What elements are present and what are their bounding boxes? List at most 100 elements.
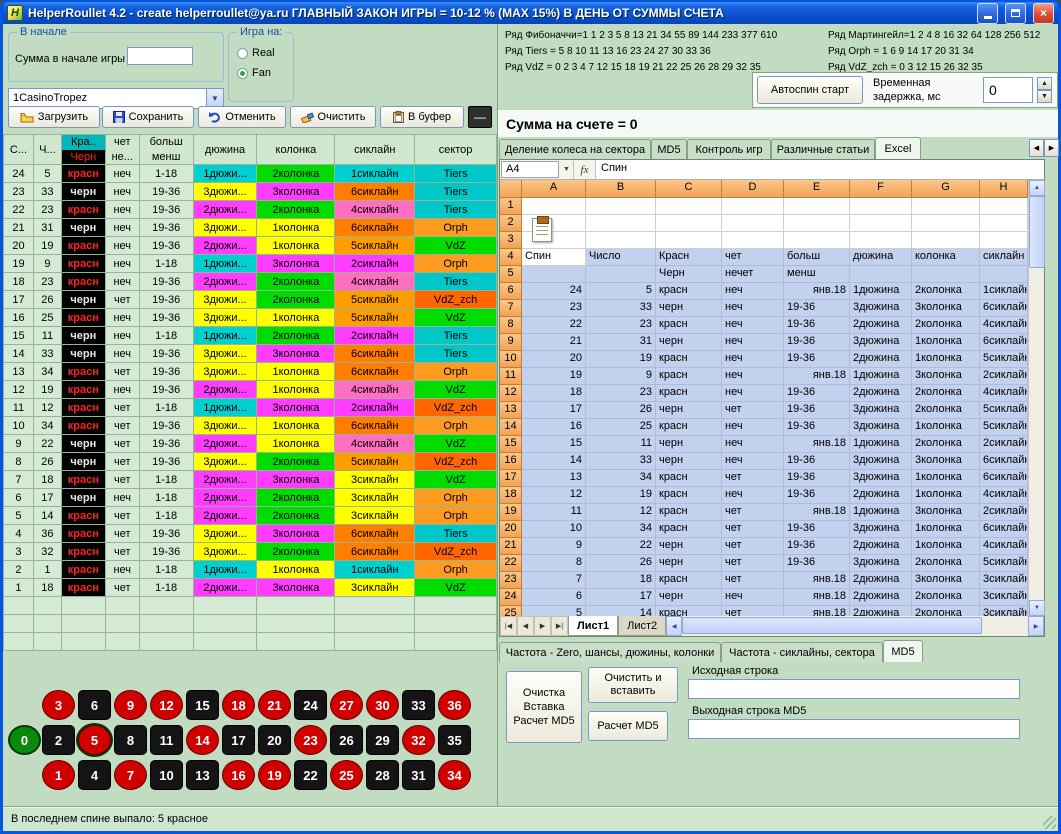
excel-cell-F21[interactable]: 2дюжина xyxy=(850,538,912,555)
board-number-9[interactable]: 9 xyxy=(114,690,147,720)
table-row[interactable]: 2019красннеч19-362дюжи...1колонка5сиклай… xyxy=(4,237,497,255)
excel-cell-B6[interactable]: 5 xyxy=(586,283,656,300)
excel-cell-F10[interactable]: 2дюжина xyxy=(850,351,912,368)
table-row[interactable]: 245красннеч1-181дюжи...2колонка1сиклайнT… xyxy=(4,165,497,183)
excel-cell-F18[interactable]: 2дюжина xyxy=(850,487,912,504)
board-number-8[interactable]: 8 xyxy=(114,725,147,755)
tab-md5[interactable]: MD5 xyxy=(651,139,687,159)
board-number-25[interactable]: 25 xyxy=(330,760,363,790)
board-number-31[interactable]: 31 xyxy=(402,760,435,790)
excel-cell-F20[interactable]: 3дюжина xyxy=(850,521,912,538)
excel-row-header-4[interactable]: 4 xyxy=(500,249,522,266)
excel-cell-E11[interactable]: янв.18 xyxy=(784,368,850,385)
excel-cell-C2[interactable] xyxy=(656,215,722,232)
excel-cell-A20[interactable]: 10 xyxy=(522,521,586,538)
excel-cell-D2[interactable] xyxy=(722,215,784,232)
excel-cell-A12[interactable]: 18 xyxy=(522,385,586,402)
excel-cell-D1[interactable] xyxy=(722,198,784,215)
excel-cell-C19[interactable]: красн xyxy=(656,504,722,521)
excel-cell-G5[interactable] xyxy=(912,266,980,283)
excel-row-header-8[interactable]: 8 xyxy=(500,317,522,334)
excel-cell-A15[interactable]: 15 xyxy=(522,436,586,453)
sheet-prev-icon[interactable]: ◀ xyxy=(517,616,534,636)
excel-cell-B1[interactable] xyxy=(586,198,656,215)
table-row[interactable]: 118краснчет1-182дюжи...3колонка3сиклайнV… xyxy=(4,579,497,597)
excel-cell-H19[interactable]: 2сиклайн xyxy=(980,504,1028,521)
excel-cell-G9[interactable]: 1колонка xyxy=(912,334,980,351)
board-number-21[interactable]: 21 xyxy=(258,690,291,720)
excel-cell-D11[interactable]: неч xyxy=(722,368,784,385)
board-number-28[interactable]: 28 xyxy=(366,760,399,790)
excel-cell-D15[interactable]: неч xyxy=(722,436,784,453)
excel-cell-D18[interactable]: неч xyxy=(722,487,784,504)
undo-button[interactable]: Отменить xyxy=(198,106,286,128)
excel-row-header-20[interactable]: 20 xyxy=(500,521,522,538)
excel-cell-E6[interactable]: янв.18 xyxy=(784,283,850,300)
namebox-dropdown-icon[interactable]: ▼ xyxy=(560,160,574,179)
table-row[interactable]: 1823красннеч19-362дюжи...2колонка4сиклай… xyxy=(4,273,497,291)
excel-row-header-21[interactable]: 21 xyxy=(500,538,522,555)
excel-cell-B16[interactable]: 33 xyxy=(586,453,656,470)
excel-cell-G10[interactable]: 1колонка xyxy=(912,351,980,368)
excel-cell-E16[interactable]: 19-36 xyxy=(784,453,850,470)
excel-cell-F22[interactable]: 3дюжина xyxy=(850,555,912,572)
tab-excel[interactable]: Excel xyxy=(875,137,921,159)
excel-cell-E1[interactable] xyxy=(784,198,850,215)
load-button[interactable]: Загрузить xyxy=(8,106,100,128)
start-sum-input[interactable] xyxy=(127,47,193,65)
excel-row-header-1[interactable]: 1 xyxy=(500,198,522,215)
excel-cell-C4[interactable]: Красн xyxy=(656,249,722,266)
excel-cell-C3[interactable] xyxy=(656,232,722,249)
excel-cell-E3[interactable] xyxy=(784,232,850,249)
excel-cell-G7[interactable]: 3колонка xyxy=(912,300,980,317)
excel-cell-H1[interactable] xyxy=(980,198,1028,215)
excel-col-header-F[interactable]: F xyxy=(850,180,912,198)
excel-cell-C16[interactable]: черн xyxy=(656,453,722,470)
board-number-1[interactable]: 1 xyxy=(42,760,75,790)
excel-cell-D25[interactable]: чет xyxy=(722,606,784,616)
excel-row-header-6[interactable]: 6 xyxy=(500,283,522,300)
excel-cell-E10[interactable]: 19-36 xyxy=(784,351,850,368)
excel-col-header-D[interactable]: D xyxy=(722,180,784,198)
excel-cell-B22[interactable]: 26 xyxy=(586,555,656,572)
excel-cell-H2[interactable] xyxy=(980,215,1028,232)
excel-cell-G21[interactable]: 1колонка xyxy=(912,538,980,555)
excel-cell-A13[interactable]: 17 xyxy=(522,402,586,419)
excel-cell-A1[interactable] xyxy=(522,198,586,215)
excel-cell-D4[interactable]: чет xyxy=(722,249,784,266)
tab-scroll-left-icon[interactable]: ◀ xyxy=(1029,139,1044,157)
excel-cell-B23[interactable]: 18 xyxy=(586,572,656,589)
excel-col-header-H[interactable]: H xyxy=(980,180,1028,198)
excel-cell-D17[interactable]: чет xyxy=(722,470,784,487)
excel-col-header-A[interactable]: A xyxy=(522,180,586,198)
table-row[interactable]: 718краснчет1-182дюжи...3колонка3сиклайнV… xyxy=(4,471,497,489)
md5-clear-paste-calc-button[interactable]: Очистка Вставка Расчет MD5 xyxy=(506,671,582,743)
autospin-start-button[interactable]: Автоспин старт xyxy=(757,76,863,104)
vertical-scroll-thumb[interactable] xyxy=(1029,196,1045,268)
excel-row-header-25[interactable]: 25 xyxy=(500,606,522,616)
board-number-0[interactable]: 0 xyxy=(8,725,41,755)
excel-row-header-18[interactable]: 18 xyxy=(500,487,522,504)
table-row[interactable]: 2223красннеч19-362дюжи...2колонка4сиклай… xyxy=(4,201,497,219)
excel-cell-G17[interactable]: 1колонка xyxy=(912,470,980,487)
excel-cell-C12[interactable]: красн xyxy=(656,385,722,402)
excel-cell-F16[interactable]: 3дюжина xyxy=(850,453,912,470)
excel-cell-B8[interactable]: 23 xyxy=(586,317,656,334)
excel-cell-C22[interactable]: черн xyxy=(656,555,722,572)
excel-cell-F6[interactable]: 1дюжина xyxy=(850,283,912,300)
radio-real[interactable]: Real xyxy=(237,47,275,59)
excel-row-header-22[interactable]: 22 xyxy=(500,555,522,572)
excel-cell-E17[interactable]: 19-36 xyxy=(784,470,850,487)
scroll-left-icon[interactable]: ◀ xyxy=(666,616,682,636)
excel-cell-A8[interactable]: 22 xyxy=(522,317,586,334)
md5-output-input[interactable] xyxy=(688,719,1020,739)
excel-cell-G12[interactable]: 2колонка xyxy=(912,385,980,402)
excel-cell-B19[interactable]: 12 xyxy=(586,504,656,521)
excel-cell-C13[interactable]: черн xyxy=(656,402,722,419)
table-row[interactable]: 2131черннеч19-363дюжи...1колонка6сиклайн… xyxy=(4,219,497,237)
board-number-12[interactable]: 12 xyxy=(150,690,183,720)
excel-cell-G3[interactable] xyxy=(912,232,980,249)
board-number-20[interactable]: 20 xyxy=(258,725,291,755)
excel-cell-D23[interactable]: чет xyxy=(722,572,784,589)
excel-cell-C21[interactable]: черн xyxy=(656,538,722,555)
